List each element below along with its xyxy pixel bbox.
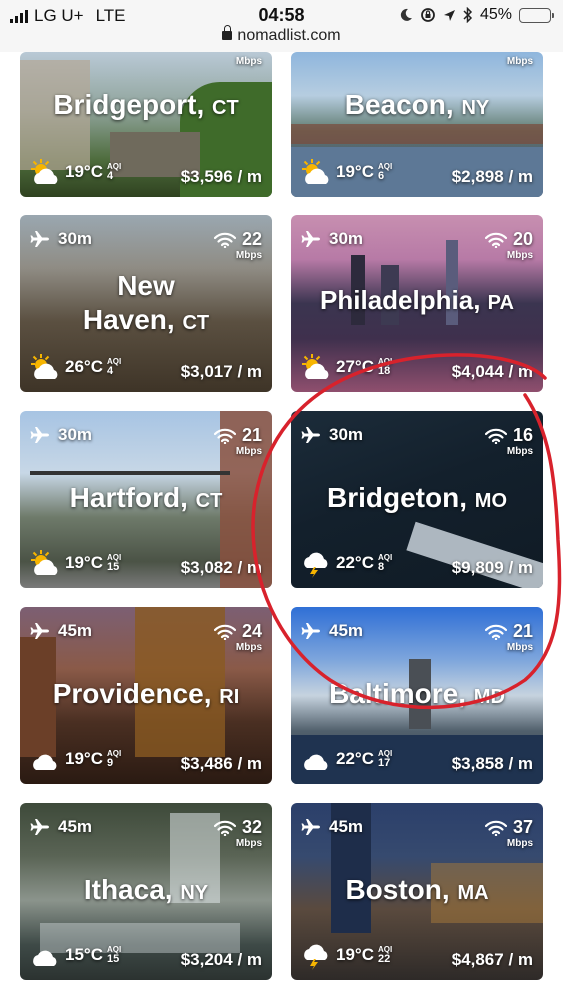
plane-icon [301, 427, 320, 443]
plane-icon [301, 231, 320, 247]
plane-icon [30, 623, 49, 639]
city-card-bridgeton[interactable]: 30m 16 Mbps Bridgeton, MO 22°C AQI 8 $9,8… [291, 411, 543, 588]
city-name: Bridgeport, CT [53, 89, 239, 120]
wifi-icon [213, 428, 236, 444]
speed-unit: Mbps [235, 56, 262, 67]
city-name: Beacon, NY [344, 89, 490, 120]
city-card-new-haven[interactable]: 30m 22 Mbps New Haven, CT 26°C AQI 4 $3,01… [20, 215, 272, 392]
cost-per-month: $4,867 / m [451, 950, 533, 969]
status-bar: LG U+ LTE 04:58 45% nomadlist.com [0, 0, 563, 52]
url-bar[interactable]: nomadlist.com [0, 25, 563, 45]
city-name: Boston, MA [345, 874, 489, 905]
plane-icon [301, 819, 320, 835]
city-name: Providence, RI [52, 678, 240, 709]
cloud-icon [299, 744, 333, 774]
cost-per-month: $3,204 / m [180, 950, 262, 969]
wifi-icon [484, 232, 507, 248]
cost-per-month: $9,809 / m [451, 558, 533, 577]
lock-icon [222, 25, 233, 40]
city-card-philadelphia[interactable]: 30m 20 Mbps Philadelphia, PA 27°C AQI 18 … [291, 215, 543, 392]
plane-icon [30, 427, 49, 443]
plane-icon [30, 819, 49, 835]
city-card-boston[interactable]: 45m 37 Mbps Boston, MA 19°C AQI 22 $4,867… [291, 803, 543, 980]
sun-cloud-icon [299, 157, 333, 187]
wifi-icon [484, 428, 507, 444]
cost-per-month: $3,596 / m [180, 167, 262, 186]
speed-unit: Mbps [506, 56, 533, 67]
sun-cloud-icon [28, 157, 62, 187]
location-arrow-icon [443, 9, 455, 21]
cost-per-month: $4,044 / m [451, 362, 533, 381]
city-card-hartford[interactable]: 30m 21 Mbps Hartford, CT 19°C AQI 15 $3,0… [20, 411, 272, 588]
city-name: New Haven, CT [82, 270, 210, 336]
cost-per-month: $3,082 / m [180, 558, 262, 577]
wifi-icon [484, 624, 507, 640]
cloud-icon [28, 940, 62, 970]
city-name: Baltimore, MD [329, 678, 505, 709]
battery-percent: 45% [479, 6, 512, 23]
storm-cloud-icon [299, 940, 333, 970]
url-text: nomadlist.com [237, 27, 341, 44]
city-name: Hartford, CT [69, 482, 223, 513]
sun-cloud-icon [28, 548, 62, 578]
city-card-baltimore[interactable]: 45m 21 Mbps Baltimore, MD 22°C AQI 17 $3,… [291, 607, 543, 784]
sun-cloud-icon [28, 352, 62, 382]
cost-per-month: $3,858 / m [451, 754, 533, 773]
city-card-ithaca[interactable]: 45m 32 Mbps Ithaca, NY 15°C AQI 15 $3,204… [20, 803, 272, 980]
city-name: Ithaca, NY [83, 874, 209, 905]
plane-icon [301, 623, 320, 639]
city-name: Philadelphia, PA [320, 285, 514, 315]
cost-per-month: $3,017 / m [180, 362, 262, 381]
plane-icon [30, 231, 49, 247]
wifi-icon [213, 820, 236, 836]
city-card-beacon[interactable]: Mbps Beacon, NY 19°C AQI 6 $2,898 / m [291, 52, 543, 197]
sun-cloud-icon [299, 352, 333, 382]
wifi-icon [213, 232, 236, 248]
moon-icon [400, 8, 412, 21]
cost-per-month: $2,898 / m [451, 167, 533, 186]
city-card-providence[interactable]: 45m 24 Mbps Providence, RI 19°C AQI 9 $3,… [20, 607, 272, 784]
wifi-icon [213, 624, 236, 640]
rotation-lock-icon [421, 8, 435, 22]
bluetooth-icon [463, 7, 473, 23]
wifi-icon [484, 820, 507, 836]
storm-cloud-icon [299, 548, 333, 578]
battery-icon [519, 7, 554, 23]
city-name: Bridgeton, MO [327, 482, 507, 513]
cost-per-month: $3,486 / m [180, 754, 262, 773]
cloud-icon [28, 744, 62, 774]
city-card-bridgeport[interactable]: Mbps Bridgeport, CT 19°C AQI 4 $3,596 / m [20, 52, 272, 197]
